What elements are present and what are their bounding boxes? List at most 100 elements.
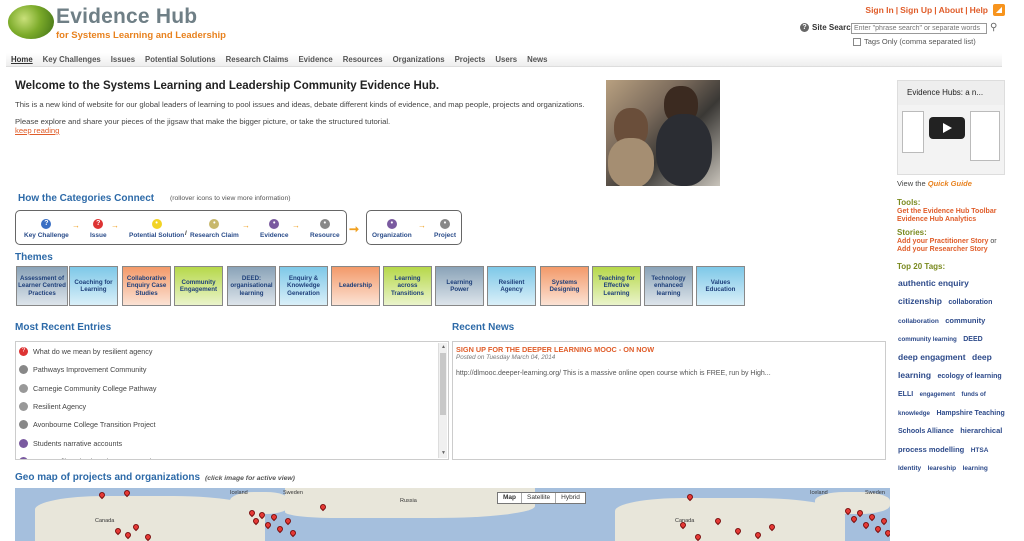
theme-tile[interactable]: Enquiry & Knowledge Generation [279, 266, 328, 306]
category-organization[interactable]: • Organization [372, 219, 412, 239]
category-resource[interactable]: • Resource [310, 219, 340, 239]
tag-link[interactable]: leareship [928, 465, 957, 472]
scroll-thumb[interactable] [440, 353, 446, 415]
entries-scrollbar[interactable]: ▲ ▼ [438, 343, 447, 458]
scroll-up-icon[interactable]: ▲ [440, 344, 447, 351]
nav-issues[interactable]: Issues [106, 53, 140, 66]
list-item[interactable]: Resilient Agency [19, 401, 86, 411]
list-item-label: Pathways Improvement Community [33, 365, 147, 375]
nav-organizations[interactable]: Organizations [388, 53, 450, 66]
map-pin-icon[interactable] [275, 524, 285, 534]
nav-users[interactable]: Users [490, 53, 522, 66]
tag-link[interactable]: deep engagment [898, 352, 966, 362]
scroll-down-icon[interactable]: ▼ [440, 450, 447, 457]
nav-resources[interactable]: Resources [338, 53, 388, 66]
category-label: Research Claim [190, 232, 239, 239]
theme-tile[interactable]: Technology enhanced learning [644, 266, 693, 306]
search-icon[interactable]: ⚲ [990, 22, 1002, 34]
theme-tile[interactable]: DEED: organisational learning [227, 266, 276, 306]
nav-news[interactable]: News [522, 53, 552, 66]
tag-link[interactable]: authentic enquiry [898, 278, 969, 288]
list-item[interactable]: Students narrative accounts [19, 438, 123, 448]
help-link[interactable]: Help [970, 5, 988, 15]
nav-potential-solutions[interactable]: Potential Solutions [140, 53, 221, 66]
tag-link[interactable]: collaboration [898, 318, 939, 325]
map-pin-icon[interactable] [269, 512, 279, 522]
sign-in-link[interactable]: Sign In [865, 5, 893, 15]
list-item[interactable]: ELLI Profiles plus learning conversation… [19, 456, 163, 459]
map-pin-icon[interactable] [263, 520, 273, 530]
category-label: Key Challenge [24, 232, 69, 239]
tag-link[interactable]: community [945, 316, 985, 325]
hybrid-button[interactable]: Hybrid [556, 493, 585, 503]
theme-tile[interactable]: Collaborative Enquiry Case Studies [122, 266, 171, 306]
analytics-link[interactable]: Evidence Hub Analytics [897, 216, 976, 223]
tag-link[interactable]: ELLI [898, 391, 913, 398]
map-pin-icon[interactable] [283, 516, 293, 526]
sign-up-link[interactable]: Sign Up [900, 5, 932, 15]
theme-tile[interactable]: Systems Designing [540, 266, 589, 306]
quick-guide-link[interactable]: Quick Guide [928, 179, 972, 188]
geo-map[interactable]: Iceland Sweden Russia Canada Iceland Swe… [15, 488, 890, 541]
tags-only-checkbox[interactable] [853, 37, 861, 46]
list-item[interactable]: ? What do we mean by resilient agency [19, 347, 152, 356]
keep-reading-link[interactable]: keep reading [15, 126, 59, 135]
tag-link[interactable]: collaboration [948, 299, 992, 306]
category-issue[interactable]: ? Issue [90, 219, 107, 239]
map-pin-icon[interactable] [879, 516, 889, 526]
tag-link[interactable]: community learning [898, 336, 957, 343]
toolbar-link[interactable]: Get the Evidence Hub Toolbar [897, 208, 996, 215]
recent-entries-list: ? What do we mean by resilient agency Path… [15, 341, 449, 460]
quick-guide-video[interactable]: Evidence Hubs: a n... [897, 80, 1005, 175]
about-link[interactable]: About [939, 5, 964, 15]
tag-link[interactable]: engagement [920, 392, 955, 398]
satellite-button[interactable]: Satellite [522, 493, 557, 503]
tag-link[interactable]: citizenship [898, 296, 942, 307]
evidence-icon [19, 456, 28, 459]
nav-key-challenges[interactable]: Key Challenges [38, 53, 106, 66]
map-pin-icon[interactable] [861, 520, 871, 530]
theme-tile[interactable]: Assessment of Learner Centred Practices [16, 266, 68, 306]
map-button[interactable]: Map [498, 493, 522, 503]
map-pin-icon[interactable] [883, 528, 890, 538]
news-headline-link[interactable]: SIGN UP FOR THE DEEPER LEARNING MOOC - O… [456, 345, 654, 354]
list-item[interactable]: Avonbourne College Transition Project [19, 420, 156, 430]
theme-tile[interactable]: Teaching for Effective Learning [592, 266, 641, 306]
practitioner-story-link[interactable]: Add your Practitioner Story [897, 238, 988, 245]
theme-tile[interactable]: Learning across Transitions [383, 266, 432, 306]
theme-tile[interactable]: Learning Power [435, 266, 484, 306]
tag-link[interactable]: learning [963, 465, 988, 472]
theme-tile[interactable]: Leadership [331, 266, 380, 306]
category-evidence[interactable]: • Evidence [260, 219, 289, 239]
map-pin-icon[interactable] [867, 512, 877, 522]
category-key-challenge[interactable]: ? Key Challenge [24, 219, 69, 239]
list-item-label: Students narrative accounts [33, 438, 123, 448]
nav-research-claims[interactable]: Research Claims [221, 53, 294, 66]
map-pin-icon[interactable] [849, 514, 859, 524]
help-icon[interactable]: ? [800, 23, 809, 32]
nav-home[interactable]: Home [6, 53, 38, 66]
theme-tile[interactable]: Community Engagement [174, 266, 223, 306]
search-input[interactable] [851, 23, 987, 34]
theme-tile[interactable]: Coaching for Learning [69, 266, 118, 306]
map-pin-icon[interactable] [873, 524, 883, 534]
tag-link[interactable]: HTSA [971, 447, 989, 454]
tag-link[interactable]: ecology of learning [938, 373, 1002, 380]
rss-icon[interactable]: ◢ [993, 4, 1005, 16]
theme-tile[interactable]: Resilient Agency [487, 266, 536, 306]
tags-only-option[interactable]: Tags Only (comma separated list) [853, 37, 976, 46]
list-item[interactable]: Carnegie Community College Pathway [19, 383, 156, 393]
category-potential-solution[interactable]: • Potential Solution [129, 219, 184, 239]
category-research-claim[interactable]: • Research Claim [190, 219, 239, 239]
category-project[interactable]: • Project [434, 219, 456, 239]
researcher-story-link[interactable]: Add your Researcher Story [897, 246, 988, 253]
tag-link[interactable]: DEED [963, 336, 982, 343]
nav-evidence[interactable]: Evidence [293, 53, 337, 66]
list-item[interactable]: Pathways Improvement Community [19, 365, 147, 375]
logo[interactable]: Evidence Hub for Systems Learning and Le… [8, 5, 226, 41]
nav-projects[interactable]: Projects [450, 53, 491, 66]
play-icon[interactable] [929, 117, 965, 139]
theme-tile[interactable]: Values Education [696, 266, 745, 306]
tag-link[interactable]: Identity [898, 465, 921, 472]
map-pin-icon[interactable] [288, 528, 298, 538]
